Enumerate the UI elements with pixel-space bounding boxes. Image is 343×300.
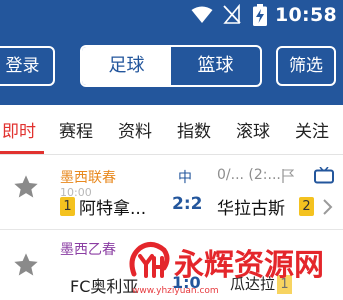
filter-button[interactable]: 筛选 [276,46,336,86]
wifi-icon [191,6,213,23]
tab-favorites[interactable]: 关注 [295,117,329,142]
league-name: 墨西乙春 [60,242,116,258]
away-rank-badge: 2 [299,197,314,216]
match-status: 中 [178,170,192,186]
signal-off-icon [223,4,241,24]
chevron-right-icon[interactable] [322,199,334,215]
basketball-tab[interactable]: 篮球 [171,47,260,85]
home-rank-badge: 1 [60,197,75,216]
away-team-name: 瓜达拉 [230,275,276,293]
star-icon[interactable] [12,173,40,201]
battery-charging-icon [253,4,267,26]
active-tab-indicator [0,151,44,154]
tab-schedule[interactable]: 赛程 [59,117,93,142]
sport-segmented-control: 足球 篮球 [80,45,262,87]
star-icon[interactable] [12,251,40,279]
home-team-name: FC奥利亚 [70,277,139,296]
tab-data[interactable]: 资料 [118,117,152,142]
away-rank-badge: 1 [277,275,292,294]
category-tab-bar: 即时 赛程 资料 指数 滚球 关注 [0,105,343,155]
tab-live[interactable]: 即时 [2,117,36,142]
tab-odds-index[interactable]: 指数 [177,117,211,142]
away-team-name: 华拉古斯 [217,199,285,219]
status-bar: 10:58 [0,0,343,34]
match-score: 2:2 [172,194,203,214]
league-name: 墨西联春 [60,170,116,186]
tv-icon[interactable] [314,167,334,184]
football-tab[interactable]: 足球 [82,47,171,85]
match-row[interactable]: 墨西乙春 FC奥利亚 1:0 瓜达拉 1 [0,231,343,300]
match-row[interactable]: 墨西联春 10:00 中 0/... (2:... 1 阿特拿... 2:2 华… [0,156,343,230]
match-score: 1:0 [172,273,201,292]
login-button[interactable]: 登录 [0,46,55,86]
clock-text: 10:58 [275,4,337,26]
home-team-name: 阿特拿... [79,199,147,219]
tab-in-play[interactable]: 滚球 [236,117,270,142]
odds-text: 0/... (2:... [217,167,281,183]
flag-icon [282,169,294,183]
